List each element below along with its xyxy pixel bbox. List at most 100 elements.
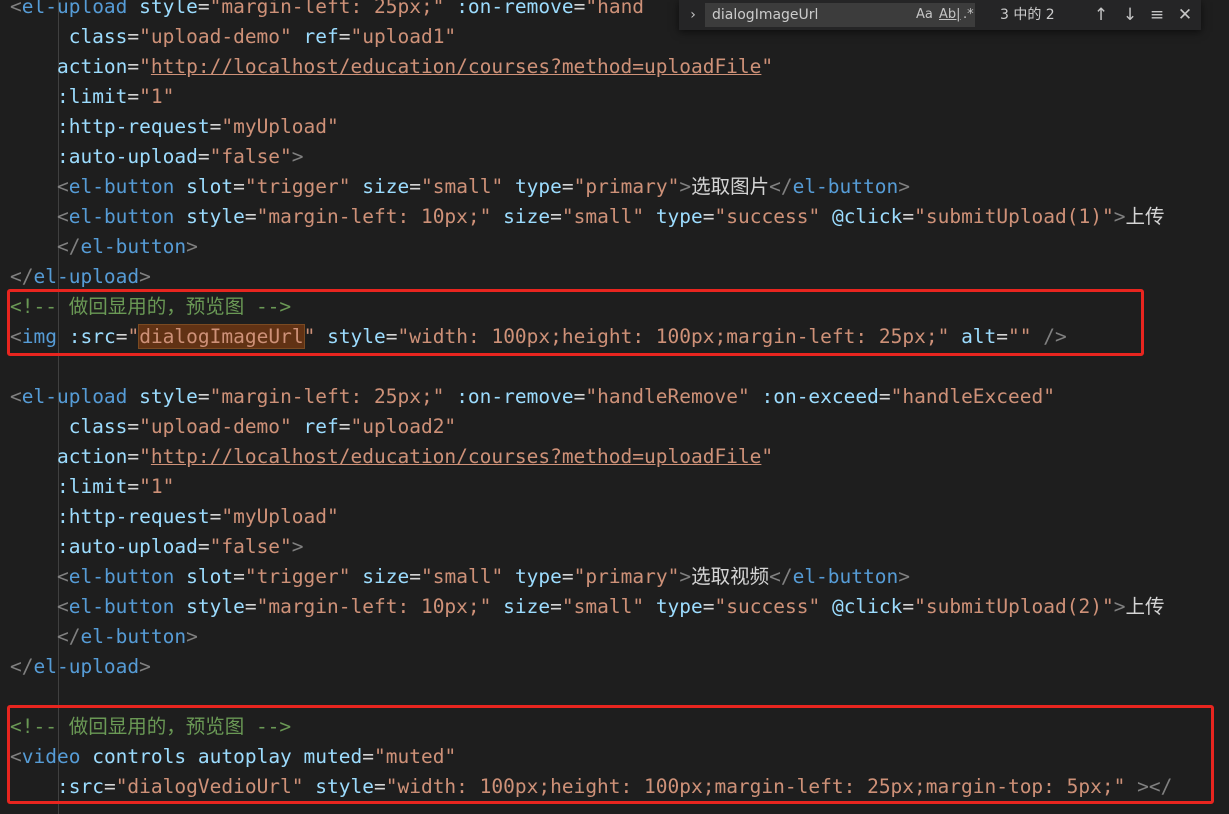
code-token: < [56, 565, 69, 588]
code-token: type [514, 175, 562, 198]
code-token: > [898, 175, 910, 198]
find-input-value: dialogImageUrl [712, 7, 819, 23]
code-token: "small" [561, 595, 645, 618]
code-line[interactable]: <el-button slot="trigger" size="small" t… [10, 562, 910, 592]
code-token: " [139, 55, 151, 78]
code-token: @click [831, 205, 903, 228]
code-line[interactable]: :auto-upload="false"> [10, 142, 304, 172]
code-line[interactable]: </el-button> [10, 232, 198, 262]
code-token: "submitUpload(2)" [914, 595, 1114, 618]
code-token: > [1113, 205, 1126, 228]
find-in-selection-button[interactable]: ≡ [1146, 4, 1168, 26]
code-token: el-button [792, 175, 899, 198]
code-token: style [139, 385, 198, 408]
code-token: > [186, 235, 198, 258]
code-token: " [761, 55, 774, 78]
code-token: "myUpload" [221, 505, 339, 528]
code-token: "false" [209, 145, 292, 168]
code-token: "success" [714, 205, 821, 228]
code-token: http://localhost/education/courses?metho… [150, 445, 762, 468]
code-token: > [139, 265, 151, 288]
code-token: = [561, 565, 574, 588]
code-token: el-button [68, 595, 175, 618]
previous-match-button[interactable]: ↑ [1090, 4, 1112, 26]
code-line[interactable]: <el-button slot="trigger" size="small" t… [10, 172, 910, 202]
code-line[interactable]: action="http://localhost/education/cours… [10, 52, 773, 82]
code-token: type [514, 565, 562, 588]
arrow-down-icon: ↓ [1122, 5, 1138, 25]
code-token: "1" [139, 85, 175, 108]
code-token: </ [10, 655, 34, 678]
code-token: el-upload [33, 655, 140, 678]
code-line[interactable]: class="upload-demo" ref="upload2" [10, 412, 456, 442]
code-token: "margin-left: 25px;" [209, 0, 445, 18]
code-line[interactable]: :limit="1" [10, 82, 174, 112]
code-token: < [10, 0, 22, 18]
code-token: @click [831, 595, 903, 618]
whole-word-button[interactable]: Ab| [939, 5, 961, 25]
code-line[interactable]: action="http://localhost/education/cours… [10, 442, 773, 472]
code-token: > [1113, 595, 1126, 618]
code-token: = [233, 175, 245, 198]
find-widget: › dialogImageUrl Aa Ab| .* 3 中的 2 ↑ ↓ ≡ … [679, 0, 1201, 30]
match-case-button[interactable]: Aa [916, 5, 933, 25]
code-line[interactable]: <el-upload style="margin-left: 25px;" :o… [10, 382, 1055, 412]
code-token: size [503, 595, 551, 618]
code-token: < [56, 175, 69, 198]
close-find-button[interactable]: ✕ [1174, 4, 1196, 26]
code-token: "primary" [573, 175, 680, 198]
code-token: :on-remove [456, 0, 574, 18]
code-line[interactable]: <el-upload style="margin-left: 25px;" :o… [10, 0, 644, 22]
regex-button[interactable]: .* [963, 5, 974, 25]
code-token: > [679, 175, 692, 198]
code-token: el-button [792, 565, 899, 588]
code-token: "small" [561, 205, 645, 228]
code-line[interactable]: <el-button style="margin-left: 10px;" si… [10, 592, 1165, 622]
code-line[interactable]: :http-request="myUpload" [10, 112, 339, 142]
code-token: style [186, 205, 245, 228]
code-editor[interactable]: <el-upload style="margin-left: 25px;" :o… [0, 0, 1229, 814]
code-token: "upload-demo" [139, 415, 292, 438]
code-token: = [409, 175, 421, 198]
toggle-replace-button[interactable]: › [685, 4, 701, 26]
code-line[interactable]: :limit="1" [10, 472, 174, 502]
code-token: = [127, 25, 140, 48]
code-line[interactable]: :auto-upload="false"> [10, 532, 304, 562]
code-token: :http-request [56, 505, 210, 528]
code-token: < [56, 205, 69, 228]
code-token: " [139, 445, 151, 468]
code-line[interactable]: </el-button> [10, 622, 198, 652]
code-token: "1" [139, 475, 175, 498]
code-line[interactable]: class="upload-demo" ref="upload1" [10, 22, 456, 52]
code-token: ref [303, 415, 339, 438]
code-line[interactable]: <el-button style="margin-left: 10px;" si… [10, 202, 1165, 232]
find-input[interactable]: dialogImageUrl Aa Ab| .* [705, 3, 975, 27]
code-token: = [197, 535, 210, 558]
code-token: = [197, 385, 210, 408]
code-line[interactable]: </el-upload> [10, 262, 151, 292]
code-line[interactable]: </el-upload> [10, 652, 151, 682]
code-token: "myUpload" [221, 115, 339, 138]
next-match-button[interactable]: ↓ [1119, 4, 1141, 26]
code-token: slot [186, 565, 234, 588]
code-token: > [186, 625, 198, 648]
code-token: el-upload [33, 265, 140, 288]
code-token: > [679, 565, 692, 588]
code-token: = [561, 175, 574, 198]
code-line[interactable]: :http-request="myUpload" [10, 502, 339, 532]
code-token: < [56, 595, 69, 618]
code-token: = [902, 595, 915, 618]
